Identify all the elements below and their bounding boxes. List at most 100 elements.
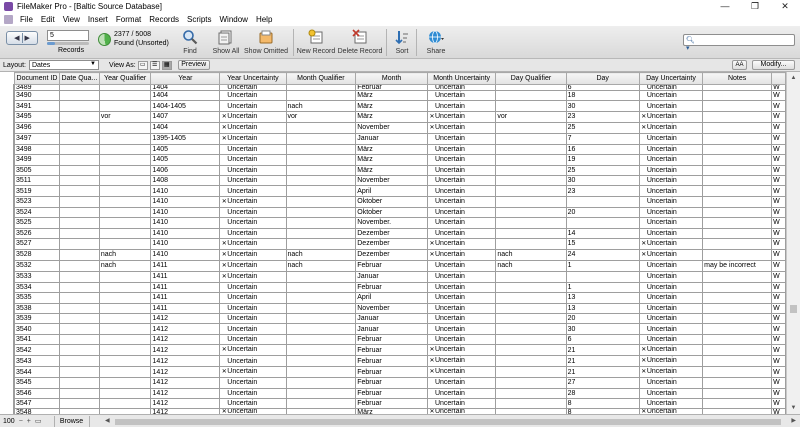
cell-document-id[interactable]: 3495 [14,110,60,123]
cell-day-qualifier[interactable] [495,164,567,176]
cell-document-id[interactable]: 3535 [14,292,60,304]
modify-button[interactable]: Modify... [752,60,795,70]
cell-document-id[interactable]: 3547 [14,398,60,410]
cell-year-qualifier[interactable] [98,387,152,400]
cell-day-uncertainty[interactable]: Uncertain [638,302,704,315]
cell-year[interactable]: 1411 [150,281,221,294]
cell-day-qualifier[interactable] [495,185,567,197]
cell-year-uncertainty[interactable]: Uncertain [219,323,287,335]
cell-month-uncertainty[interactable]: Uncertain [426,292,497,304]
cell-date-qualifier[interactable] [58,387,100,400]
cell-date-qualifier[interactable] [58,302,100,315]
cell-day-qualifier[interactable] [495,355,567,368]
menu-insert[interactable]: Insert [84,15,112,24]
cell-day-uncertainty[interactable]: Uncertain [638,164,704,176]
cell-day[interactable]: 7 [565,132,640,145]
cell-notes[interactable] [702,195,773,208]
cell-month[interactable]: April [355,185,428,197]
cell-date-qualifier[interactable] [58,377,100,389]
cell-overflow-column[interactable]: W [771,333,786,346]
cell-month-uncertainty[interactable]: Uncertain [426,270,497,283]
cell-date-qualifier[interactable] [58,270,100,283]
cell-month[interactable]: Januar [355,270,428,283]
cell-month-uncertainty[interactable]: Uncertain [426,174,497,187]
maximize-button[interactable]: ❐ [740,0,770,13]
cell-date-qualifier[interactable] [58,323,100,335]
show-all-button[interactable]: Show All [210,29,242,55]
cell-year[interactable]: 1405 [150,143,221,156]
cell-month-qualifier[interactable] [285,227,357,239]
cell-day-qualifier[interactable] [495,227,567,239]
cell-month[interactable]: Februar [355,333,428,346]
cell-year-uncertainty[interactable]: Uncertain [219,398,287,410]
horizontal-scrollbar[interactable]: ◀ ▶ [105,417,800,427]
record-navigation-button[interactable]: ◀ ▶ [6,31,38,45]
cell-notes[interactable] [702,366,773,379]
cell-day-qualifier[interactable] [495,132,567,145]
cell-day-qualifier[interactable] [495,121,567,134]
cell-year-uncertainty[interactable]: Uncertain [219,89,287,102]
cell-overflow-column[interactable]: W [771,132,786,145]
cell-day-qualifier[interactable] [495,217,567,229]
table-row[interactable]: 3498 1405 Uncertain März Uncertain 16 Uncertai… [14,143,786,156]
cell-overflow-column[interactable]: W [771,281,786,294]
cell-year[interactable]: 1406 [150,164,221,176]
cell-date-qualifier[interactable] [58,110,100,123]
cell-year-qualifier[interactable]: vor [98,110,152,123]
cell-year-uncertainty[interactable]: Uncertain [219,281,287,294]
cell-year[interactable]: 1412 [150,333,221,346]
cell-overflow-column[interactable]: W [771,313,786,325]
cell-month-qualifier[interactable] [285,164,357,176]
cell-notes[interactable] [702,344,773,357]
scroll-left-icon[interactable]: ◀ [105,417,110,424]
cell-year[interactable]: 1411 [150,302,221,315]
cell-month-qualifier[interactable] [285,323,357,335]
cell-day[interactable] [565,217,640,229]
cell-month-qualifier[interactable] [285,217,357,229]
formatting-bar-button[interactable]: AA [732,60,747,70]
mode-indicator[interactable]: Browse [53,415,90,427]
minimize-button[interactable]: — [710,0,740,13]
cell-day[interactable]: 21 [565,344,640,357]
table-row[interactable]: 3543 1412 Uncertain Februar ✕Uncertain 21 ✕Unc… [14,355,786,368]
layout-dropdown[interactable]: Dates ▼ [28,60,99,70]
table-row[interactable]: 3538 1411 Uncertain November Uncertain 13 Unce… [14,302,786,315]
sort-button[interactable]: Sort [392,29,412,55]
cell-day[interactable]: 27 [565,377,640,389]
cell-month-uncertainty[interactable]: Uncertain [426,227,497,239]
cell-year-uncertainty[interactable]: ✕Uncertain [219,248,287,261]
cell-day[interactable]: 24 [565,248,640,261]
cell-notes[interactable] [702,217,773,229]
cell-notes[interactable] [702,227,773,239]
view-as-table-button[interactable]: ▦ [161,60,172,70]
cell-year[interactable]: 1412 [150,387,221,400]
cell-month-uncertainty[interactable]: ✕Uncertain [426,121,497,134]
cell-month[interactable]: März [355,154,428,166]
cell-month[interactable]: Oktober [355,195,428,208]
table-row[interactable]: 3497 1395-1405 ✕Uncertain Januar Uncertain 7 U… [14,132,786,145]
cell-notes[interactable] [702,154,773,166]
cell-day[interactable]: 25 [565,164,640,176]
cell-overflow-column[interactable]: W [771,89,786,102]
cell-year-qualifier[interactable] [98,366,152,379]
cell-day[interactable]: 28 [565,387,640,400]
cell-year-qualifier[interactable] [98,217,152,229]
cell-month[interactable]: Oktober [355,206,428,219]
cell-year-qualifier[interactable] [98,164,152,176]
cell-year-uncertainty[interactable]: ✕Uncertain [219,132,287,145]
cell-month[interactable]: Februar [355,366,428,379]
cell-year-qualifier[interactable] [98,281,152,294]
cell-year-uncertainty[interactable]: Uncertain [219,377,287,389]
cell-notes[interactable] [702,174,773,187]
table-row[interactable]: 3540 1412 Uncertain Januar Uncertain 30 Uncert… [14,323,786,335]
cell-year-qualifier[interactable] [98,143,152,156]
cell-year-qualifier[interactable] [98,323,152,335]
cell-day[interactable]: 8 [565,398,640,410]
cell-month[interactable]: Dezember [355,248,428,261]
cell-day-qualifier[interactable] [495,206,567,219]
cell-date-qualifier[interactable] [58,313,100,325]
cell-month[interactable]: November. [355,217,428,229]
cell-month-qualifier[interactable] [285,174,357,187]
cell-notes[interactable] [702,292,773,304]
cell-notes[interactable] [702,100,773,112]
